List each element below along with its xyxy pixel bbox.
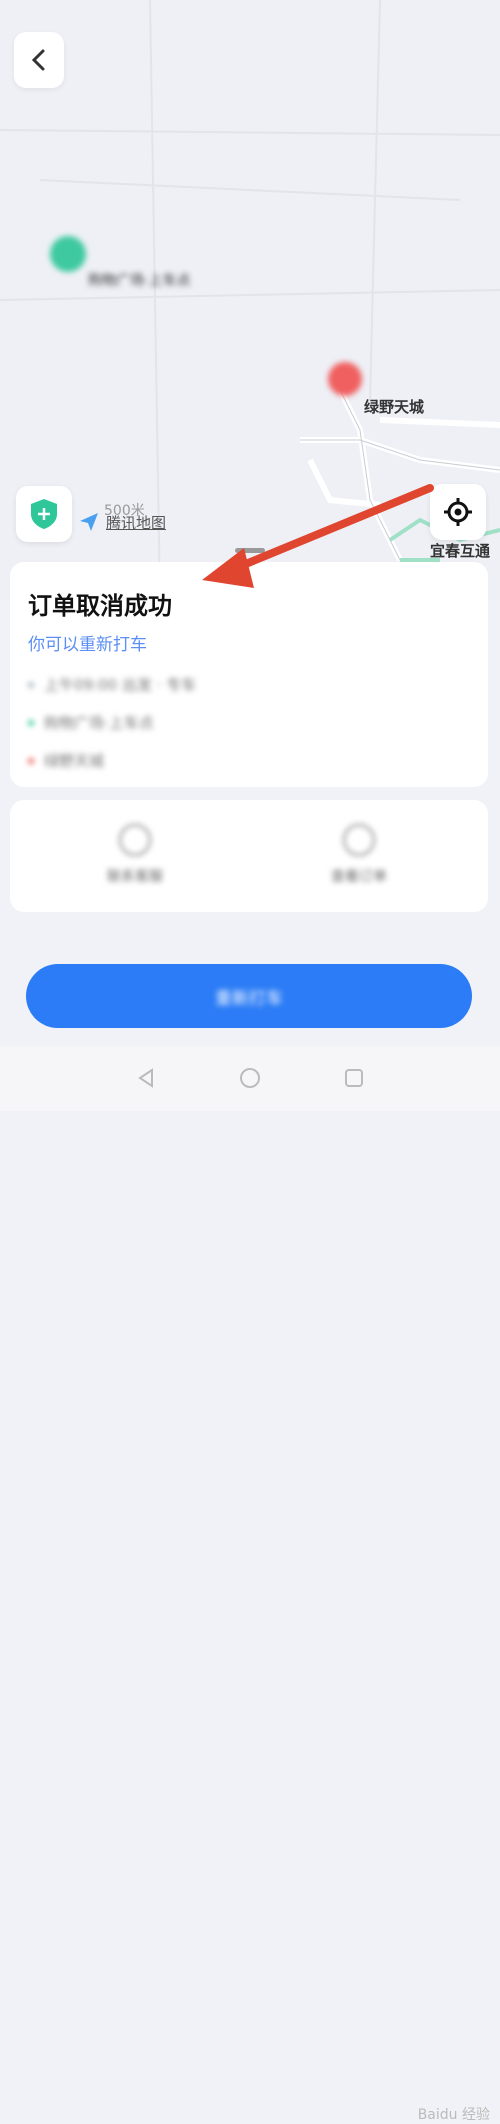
- from-dot: [28, 719, 34, 726]
- actions-card: 联系客服 查看订单: [10, 800, 488, 912]
- map-roads: [0, 0, 500, 600]
- system-nav-bar: Baidu 经验: [0, 1046, 500, 2123]
- order-title: 订单取消成功: [28, 592, 172, 620]
- drag-handle[interactable]: [235, 548, 265, 553]
- dest-pin: [328, 362, 362, 396]
- to-row: 绿野天城: [28, 750, 104, 771]
- start-pin: [50, 236, 86, 272]
- from-row-text: 购物广场·上车点: [44, 714, 154, 732]
- contact-service-button[interactable]: 联系客服: [80, 824, 190, 886]
- document-icon: [343, 824, 375, 856]
- chevron-left-icon: [31, 49, 45, 71]
- safety-button[interactable]: [16, 486, 72, 542]
- start-place-label: 购物广场·上车点: [88, 273, 191, 289]
- headset-icon: [119, 824, 151, 856]
- send-icon: [80, 513, 98, 531]
- left-action-label: 联系客服: [107, 869, 163, 885]
- back-button[interactable]: [14, 32, 64, 88]
- order-status-card: 订单取消成功 你可以重新打车 上午09:00 出发 · 专车 购物广场·上车点 …: [10, 562, 488, 787]
- map-view[interactable]: 购物广场·上车点 绿野天城 宜春互通 腾讯地图 500米: [0, 0, 500, 600]
- to-row-text: 绿野天城: [44, 752, 105, 770]
- view-order-button[interactable]: 查看订单: [304, 824, 414, 886]
- rebook-label: 重新打车: [215, 988, 283, 1009]
- time-dot: [28, 681, 34, 688]
- watermark: Baidu 经验: [417, 2107, 490, 2123]
- from-row: 购物广场·上车点: [28, 712, 154, 733]
- right-action-label: 查看订单: [331, 869, 387, 885]
- time-row-text: 上午09:00 出发 · 专车: [44, 676, 197, 694]
- order-subtitle[interactable]: 你可以重新打车: [28, 630, 147, 655]
- locate-button[interactable]: [430, 484, 486, 540]
- to-dot: [28, 757, 34, 764]
- crosshair-icon: [444, 498, 472, 526]
- scale-text: 500米: [104, 503, 145, 519]
- home-nav-icon[interactable]: [238, 1066, 262, 1090]
- back-nav-icon[interactable]: [134, 1066, 158, 1090]
- recents-nav-icon[interactable]: [342, 1066, 366, 1090]
- dest-place-label: 绿野天城: [364, 398, 425, 416]
- shield-icon: [31, 499, 57, 529]
- road-label: 宜春互通: [430, 542, 491, 560]
- rebook-button[interactable]: 重新打车: [26, 964, 472, 1028]
- time-row: 上午09:00 出发 · 专车: [28, 674, 196, 695]
- map-scale: 腾讯地图 500米: [78, 503, 166, 536]
